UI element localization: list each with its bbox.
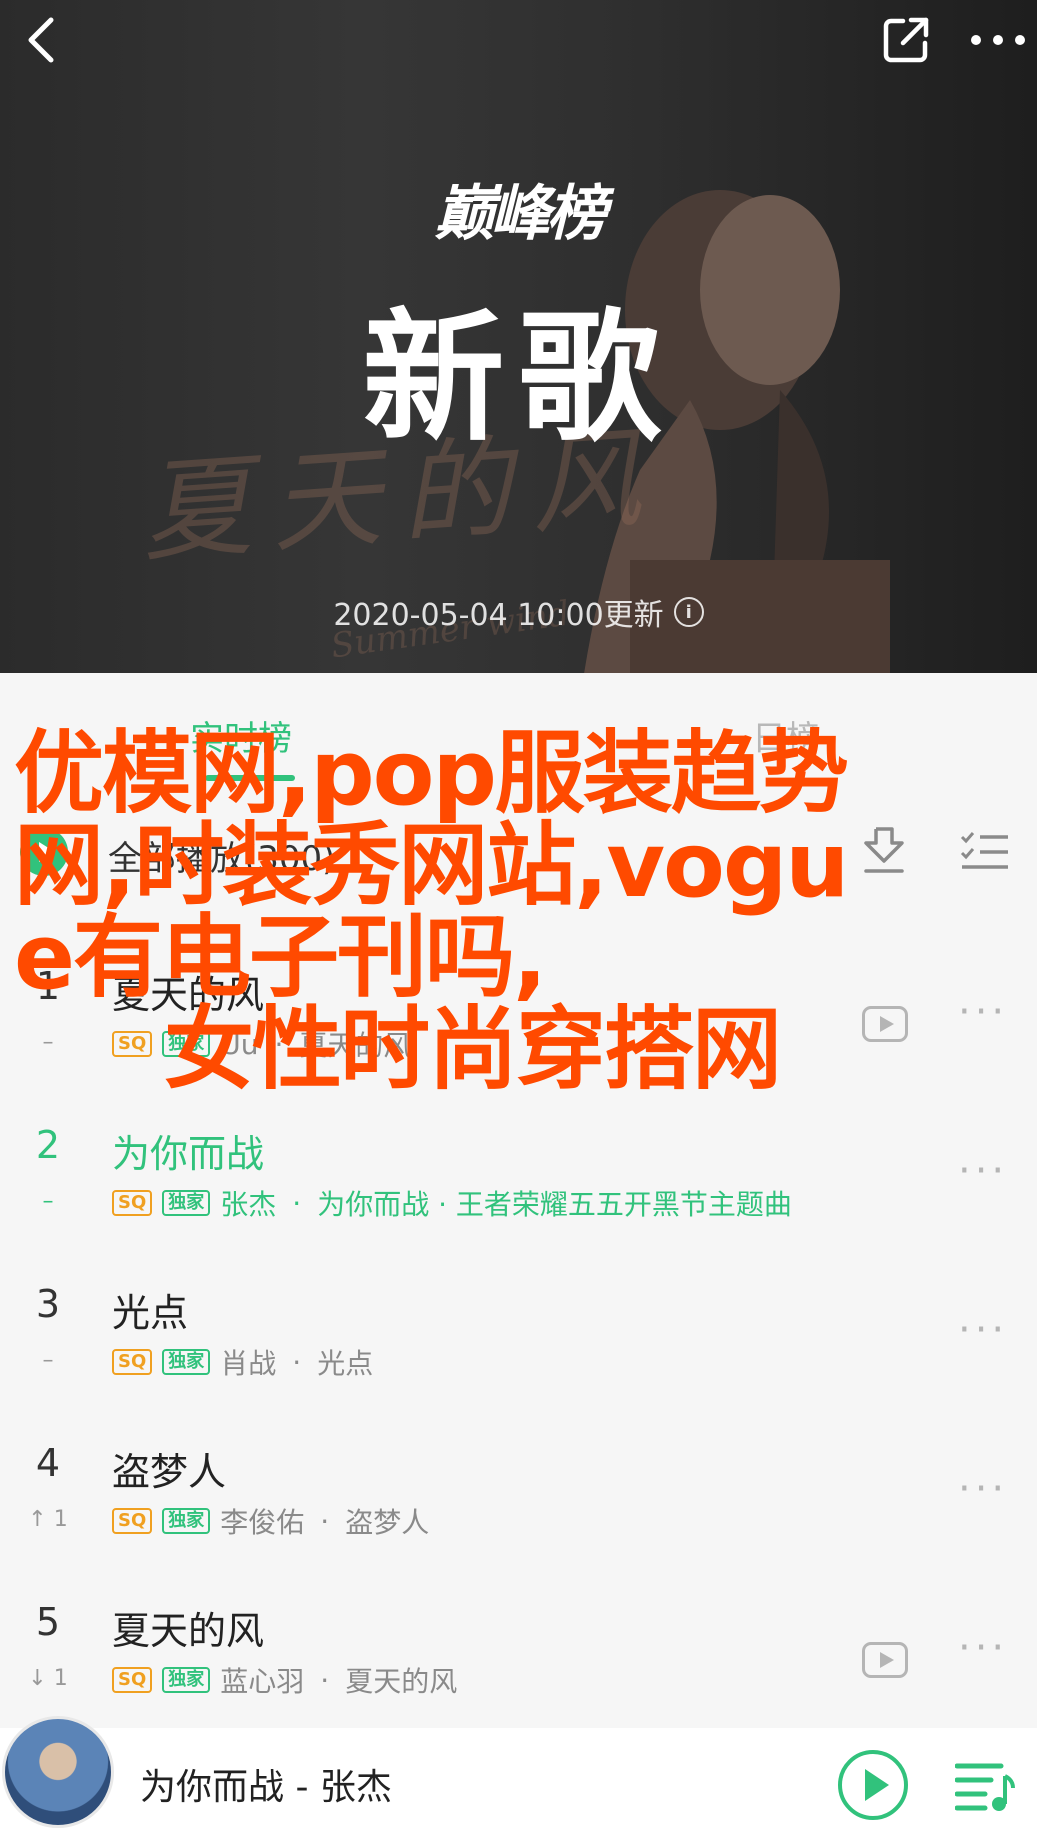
- song-trend: –: [42, 1189, 54, 1214]
- sq-badge: SQ: [112, 1667, 153, 1693]
- song-title[interactable]: 为你而战: [112, 1123, 264, 1178]
- sq-badge: SQ: [112, 1190, 153, 1216]
- song-rank: 4: [35, 1441, 61, 1485]
- info-icon[interactable]: i: [673, 597, 704, 627]
- update-time: 2020-05-04 10:00更新 i: [0, 590, 1037, 634]
- song-rank: 5: [35, 1600, 61, 1644]
- overlay-line-1: 优模网,pop服装趋势网,时装秀网站,vogue有电子刊吗,: [14, 721, 849, 1010]
- exclusive-badge: 独家: [162, 1349, 211, 1375]
- song-meta: SQ 独家 蓝心羽 · 夏天的风: [112, 1660, 457, 1700]
- song-title[interactable]: 光点: [112, 1282, 188, 1337]
- chart-cover-header: 夏天的风 Summer wind 巅峰榜 新歌 2020-05-04 10:00…: [0, 0, 1037, 673]
- song-title[interactable]: 盗梦人: [112, 1441, 226, 1496]
- share-button[interactable]: [876, 10, 936, 70]
- separator-dot: ·: [320, 1504, 330, 1538]
- song-more-icon[interactable]: ···: [958, 1628, 1008, 1668]
- song-trend: –: [42, 1348, 54, 1373]
- song-more-icon[interactable]: ···: [958, 1310, 1008, 1350]
- exclusive-badge: 独家: [162, 1667, 211, 1693]
- update-time-text: 2020-05-04 10:00更新: [333, 598, 664, 633]
- play-pause-button[interactable]: [838, 1750, 908, 1820]
- song-meta: SQ 独家 肖战 · 光点: [112, 1342, 373, 1382]
- back-icon: [28, 17, 54, 63]
- sq-badge: SQ: [112, 1508, 153, 1534]
- separator-dot: ·: [320, 1663, 330, 1697]
- song-trend: ↑ 1: [28, 1507, 68, 1532]
- song-rank: 3: [35, 1282, 61, 1326]
- song-album[interactable]: 为你而战 · 王者荣耀五五开黑节主题曲: [317, 1183, 792, 1223]
- song-meta: SQ 独家 张杰 · 为你而战 · 王者荣耀五五开黑节主题曲: [112, 1183, 792, 1223]
- song-row-3[interactable]: 3 – 光点 SQ 独家 肖战 · 光点 ···: [0, 1274, 1037, 1433]
- sq-badge: SQ: [112, 1349, 153, 1375]
- exclusive-badge: 独家: [162, 1190, 211, 1216]
- song-artist[interactable]: 蓝心羽: [220, 1660, 304, 1700]
- song-trend: ↓ 1: [28, 1666, 68, 1691]
- overlay-watermark-text: 优模网,pop服装趋势网,时装秀网站,vogue有电子刊吗, 女性时尚穿搭网: [14, 728, 854, 1096]
- mv-icon[interactable]: [862, 1006, 908, 1042]
- song-artist[interactable]: 张杰: [220, 1183, 276, 1223]
- multi-select-icon[interactable]: [960, 831, 1010, 871]
- song-more-icon[interactable]: ···: [958, 992, 1008, 1032]
- album-cover-thumbnail[interactable]: [2, 1716, 114, 1828]
- mv-icon[interactable]: [862, 1642, 908, 1678]
- more-button[interactable]: [968, 10, 1028, 70]
- song-more-icon[interactable]: ···: [958, 1469, 1008, 1509]
- song-rank: 2: [35, 1123, 61, 1167]
- playlist-icon[interactable]: [955, 1760, 1015, 1812]
- song-title[interactable]: 夏天的风: [112, 1600, 264, 1655]
- song-album[interactable]: 盗梦人: [345, 1501, 429, 1541]
- mini-player[interactable]: 为你而战 - 张杰: [0, 1716, 1037, 1843]
- song-meta: SQ 独家 李俊佑 · 盗梦人: [112, 1501, 429, 1541]
- share-icon: [883, 17, 929, 63]
- chart-title: 新歌: [362, 296, 675, 461]
- song-album[interactable]: 夏天的风: [345, 1660, 457, 1700]
- separator-dot: ·: [292, 1186, 302, 1220]
- download-icon[interactable]: [862, 825, 906, 875]
- exclusive-badge: 独家: [162, 1508, 211, 1534]
- song-row-2[interactable]: 2 – 为你而战 SQ 独家 张杰 · 为你而战 · 王者荣耀五五开黑节主题曲 …: [0, 1115, 1037, 1274]
- song-more-icon[interactable]: ···: [958, 1151, 1008, 1191]
- separator-dot: ·: [292, 1345, 302, 1379]
- song-artist[interactable]: 李俊佑: [220, 1501, 304, 1541]
- song-artist[interactable]: 肖战: [220, 1342, 276, 1382]
- song-row-4[interactable]: 4 ↑ 1 盗梦人 SQ 独家 李俊佑 · 盗梦人 ···: [0, 1433, 1037, 1592]
- more-icon: [971, 35, 1025, 45]
- overlay-line-2: 女性时尚穿搭网: [164, 997, 782, 1102]
- chart-brand-logo: 巅峰榜: [434, 179, 607, 249]
- song-album[interactable]: 光点: [317, 1342, 373, 1382]
- now-playing-text[interactable]: 为你而战 - 张杰: [140, 1758, 392, 1810]
- back-button[interactable]: [10, 10, 70, 70]
